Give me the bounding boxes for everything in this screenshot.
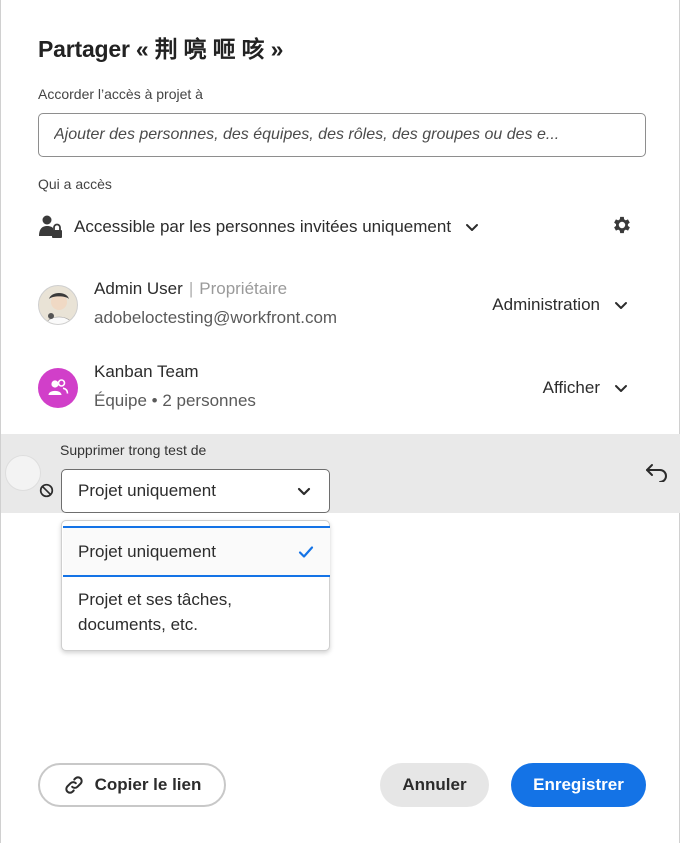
- member-name-text: Admin User: [94, 279, 183, 298]
- save-button[interactable]: Enregistrer: [511, 763, 646, 807]
- removal-scope-menu: Projet uniquement Projet et ses tâches, …: [61, 520, 330, 651]
- add-people-input[interactable]: [54, 126, 630, 144]
- access-level-dropdown[interactable]: Accessible par les personnes invitées un…: [38, 212, 638, 242]
- member-detail: Équipe • 2 personnes: [94, 391, 256, 410]
- dialog-title: Partager « 荆 喨 咂 咳 »: [38, 36, 284, 62]
- add-people-field[interactable]: [38, 113, 646, 157]
- avatar: [5, 455, 41, 491]
- member-email: adobeloctesting@workfront.com: [94, 308, 338, 327]
- grant-access-label: Accorder l’accès à projet à: [38, 86, 203, 102]
- checkmark-icon: [298, 545, 314, 558]
- chevron-down-icon: [466, 224, 479, 231]
- menu-option-project-only[interactable]: Projet uniquement: [63, 526, 330, 577]
- user-photo-icon: [45, 293, 73, 324]
- chevron-down-icon: [615, 385, 627, 392]
- menu-option-project-and-tasks[interactable]: Projet et ses tâches, documents, etc.: [78, 587, 318, 637]
- link-icon: [64, 776, 83, 794]
- gear-icon[interactable]: [611, 214, 633, 236]
- member-row-team: Kanban Team Équipe • 2 personnes Affiche…: [38, 362, 638, 418]
- permission-label: Afficher: [542, 378, 600, 397]
- undo-icon[interactable]: [645, 462, 669, 482]
- member-name: Admin User | Propriétaire: [94, 279, 287, 299]
- team-avatar: [38, 368, 78, 408]
- avatar: [38, 285, 78, 325]
- access-level-text: Accessible par les personnes invitées un…: [74, 217, 452, 236]
- member-name: Kanban Team: [94, 362, 199, 381]
- share-dialog: Partager « 荆 喨 咂 咳 » Accorder l’accès à …: [0, 0, 680, 843]
- removal-scope-value: Projet uniquement: [78, 481, 216, 500]
- cancel-button[interactable]: Annuler: [380, 763, 489, 807]
- member-row-admin: Admin User | Propriétaire adobeloctesting@…: [38, 279, 638, 335]
- permission-dropdown-team[interactable]: Afficher: [543, 378, 630, 398]
- chevron-down-icon: [615, 302, 627, 309]
- permission-dropdown-admin[interactable]: Administration: [492, 295, 630, 315]
- person-lock-icon: [39, 215, 62, 238]
- removal-scope-select[interactable]: Projet uniquement: [61, 469, 330, 513]
- name-role-separator: |: [188, 279, 194, 298]
- option-label: Projet uniquement: [78, 541, 216, 561]
- copy-link-button[interactable]: Copier le lien: [38, 763, 226, 807]
- permission-label: Administration: [492, 295, 600, 314]
- owner-role: Propriétaire: [199, 279, 288, 298]
- block-icon: [39, 483, 54, 498]
- team-icon: [48, 379, 69, 395]
- removal-label: Supprimer trong test de: [60, 442, 207, 458]
- who-has-access-label: Qui a accès: [38, 176, 112, 192]
- copy-link-label: Copier le lien: [94, 775, 202, 794]
- chevron-down-icon: [297, 487, 311, 496]
